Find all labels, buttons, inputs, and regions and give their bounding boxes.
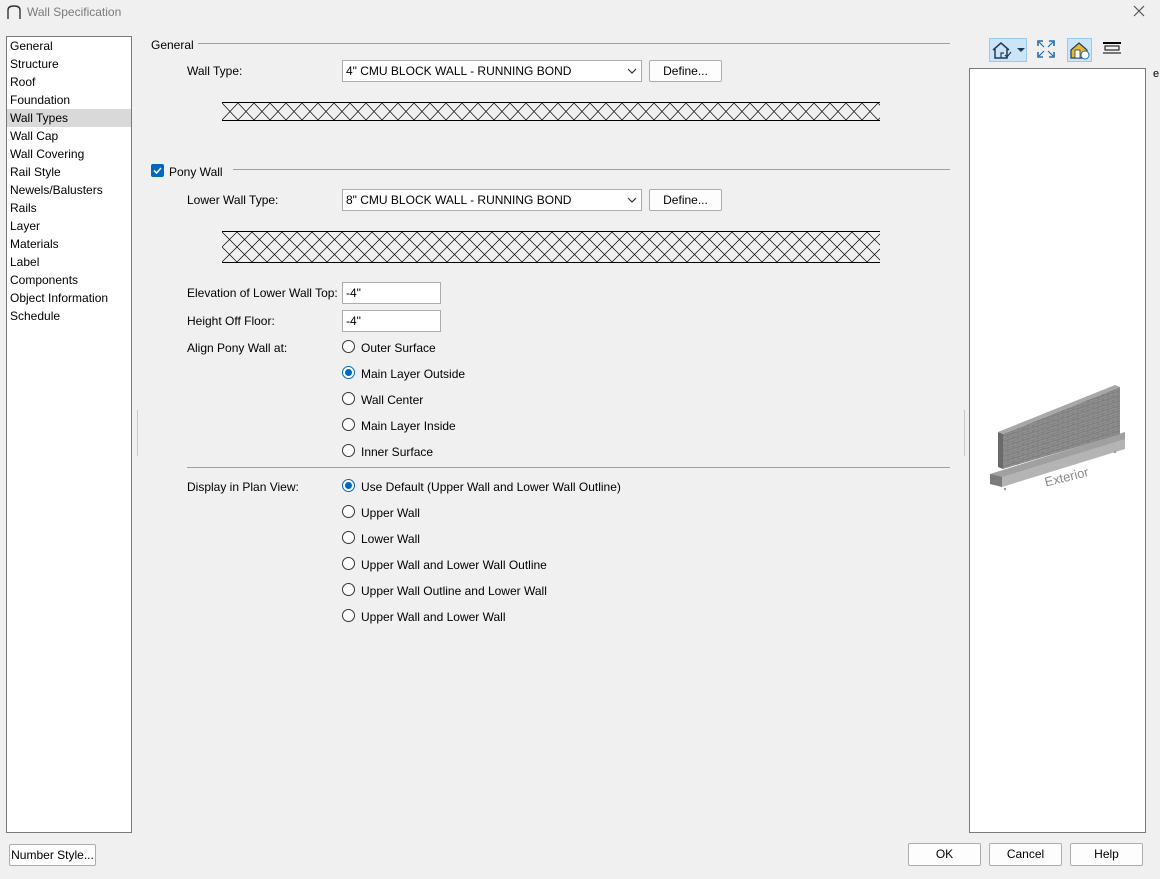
render-mode-button[interactable] [1067, 38, 1092, 62]
sidebar-item-rails[interactable]: Rails [7, 199, 131, 217]
close-icon[interactable] [1131, 3, 1147, 19]
lower-wall-hatch-preview [222, 231, 880, 263]
sidebar-item-roof[interactable]: Roof [7, 73, 131, 91]
align-radio-main-layer-inside[interactable] [342, 418, 355, 431]
sidebar-item-foundation[interactable]: Foundation [7, 91, 131, 109]
chevron-down-icon [627, 68, 637, 74]
display-radio-upper-wall-and-lower-wall[interactable] [342, 609, 355, 622]
sidebar-item-materials[interactable]: Materials [7, 235, 131, 253]
define-lower-wall-type-button[interactable]: Define... [649, 189, 722, 211]
ok-button[interactable]: OK [908, 843, 981, 866]
sidebar-item-wall-covering[interactable]: Wall Covering [7, 145, 131, 163]
cancel-button[interactable]: Cancel [989, 843, 1062, 866]
height-off-floor-input[interactable]: -4" [342, 310, 441, 332]
house-view-icon [992, 42, 1025, 59]
height-off-floor-label: Height Off Floor: [187, 314, 275, 328]
house-color-icon [1070, 42, 1090, 60]
define-wall-type-button[interactable]: Define... [649, 60, 722, 82]
align-radio-outer-surface[interactable] [342, 340, 355, 353]
general-section-label: General [151, 38, 194, 52]
right-splitter[interactable] [964, 410, 965, 456]
lower-wall-type-select[interactable]: 8" CMU BLOCK WALL - RUNNING BOND [342, 189, 642, 211]
pony-wall-label: Pony Wall [169, 165, 223, 179]
elevation-input[interactable]: -4" [342, 282, 441, 304]
sidebar-item-wall-types[interactable]: Wall Types [7, 109, 131, 127]
category-list[interactable]: General Structure Roof Foundation Wall Types… [6, 36, 132, 833]
display-radio-upper-wall-and-lower-wall-outline[interactable] [342, 557, 355, 570]
general-divider [198, 43, 950, 44]
wall-3d-render [990, 385, 1125, 491]
title-bar: Wall Specification [0, 0, 1160, 24]
sidebar-item-object-information[interactable]: Object Information [7, 289, 131, 307]
sidebar-item-general[interactable]: General [7, 37, 131, 55]
view-mode-dropdown[interactable] [989, 38, 1027, 62]
pony-wall-checkbox[interactable] [151, 164, 164, 177]
wall-3d-preview[interactable]: Exterior [969, 68, 1146, 833]
pony-wall-divider [233, 169, 950, 170]
display-radio-label[interactable]: Upper Wall and Lower Wall [361, 610, 506, 624]
display-radio-label[interactable]: Use Default (Upper Wall and Lower Wall O… [361, 480, 621, 494]
display-radio-label[interactable]: Lower Wall [361, 532, 420, 546]
display-divider [187, 467, 950, 468]
sidebar-item-label[interactable]: Label [7, 253, 131, 271]
display-radio-lower-wall[interactable] [342, 531, 355, 544]
display-radio-use-default-upper-wall-and-lower-wall-outline-[interactable] [342, 479, 355, 492]
fill-window-icon [1037, 40, 1055, 58]
lower-wall-type-label: Lower Wall Type: [187, 193, 279, 207]
upper-wall-hatch-preview [222, 102, 880, 121]
sidebar-item-components[interactable]: Components [7, 271, 131, 289]
display-plan-view-label: Display in Plan View: [187, 480, 299, 494]
section-view-icon [1103, 42, 1121, 54]
sidebar-item-schedule[interactable]: Schedule [7, 307, 131, 325]
elevation-label: Elevation of Lower Wall Top: [187, 286, 338, 300]
align-radio-label[interactable]: Main Layer Inside [361, 419, 456, 433]
fill-window-button[interactable] [1035, 38, 1057, 60]
display-radio-label[interactable]: Upper Wall and Lower Wall Outline [361, 558, 547, 572]
align-radio-inner-surface[interactable] [342, 444, 355, 457]
display-radio-label[interactable]: Upper Wall [361, 506, 420, 520]
align-radio-label[interactable]: Inner Surface [361, 445, 433, 459]
cutoff-edge-glyph: e [1153, 68, 1160, 80]
display-radio-upper-wall[interactable] [342, 505, 355, 518]
wall-type-select[interactable]: 4" CMU BLOCK WALL - RUNNING BOND [342, 60, 642, 82]
checkmark-icon [153, 167, 162, 175]
lower-wall-type-value: 8" CMU BLOCK WALL - RUNNING BOND [346, 193, 572, 207]
display-radio-label[interactable]: Upper Wall Outline and Lower Wall [361, 584, 547, 598]
app-icon [7, 5, 21, 19]
help-button[interactable]: Help [1070, 843, 1143, 866]
align-radio-wall-center[interactable] [342, 392, 355, 405]
cross-section-button[interactable] [1101, 38, 1123, 60]
display-radio-upper-wall-outline-and-lower-wall[interactable] [342, 583, 355, 596]
align-pony-wall-label: Align Pony Wall at: [187, 341, 288, 355]
sidebar-item-newels-balusters[interactable]: Newels/Balusters [7, 181, 131, 199]
align-radio-label[interactable]: Main Layer Outside [361, 367, 465, 381]
align-radio-label[interactable]: Outer Surface [361, 341, 436, 355]
sidebar-item-structure[interactable]: Structure [7, 55, 131, 73]
align-radio-label[interactable]: Wall Center [361, 393, 423, 407]
window-title: Wall Specification [27, 5, 122, 19]
number-style-button[interactable]: Number Style... [9, 844, 96, 866]
wall-type-label: Wall Type: [187, 64, 243, 78]
sidebar-item-layer[interactable]: Layer [7, 217, 131, 235]
sidebar-item-wall-cap[interactable]: Wall Cap [7, 127, 131, 145]
align-radio-main-layer-outside[interactable] [342, 366, 355, 379]
left-splitter[interactable] [137, 410, 138, 456]
chevron-down-icon [627, 197, 637, 203]
sidebar-item-rail-style[interactable]: Rail Style [7, 163, 131, 181]
wall-type-value: 4" CMU BLOCK WALL - RUNNING BOND [346, 64, 572, 78]
